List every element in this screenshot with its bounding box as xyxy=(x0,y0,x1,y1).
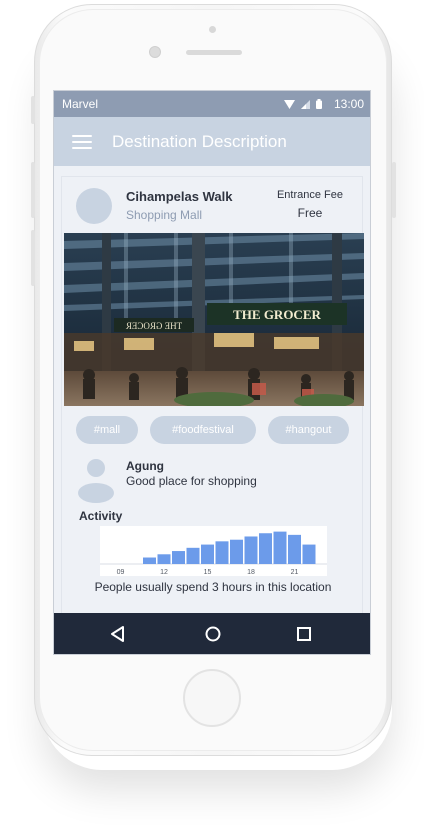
reviewer-name: Agung xyxy=(126,459,164,473)
tag-hangout[interactable]: #hangout xyxy=(268,416,349,444)
activity-chart: 09 12 15 18 21 xyxy=(100,526,327,576)
chart-bar xyxy=(186,547,200,564)
tag-list: #mall #foodfestival #hangout xyxy=(76,416,352,444)
chart-bar xyxy=(157,554,171,564)
chart-bar xyxy=(143,557,156,564)
destination-card: Cihampelas Walk Shopping Mall Entrance F… xyxy=(61,176,364,616)
wifi-icon xyxy=(283,99,295,109)
chart-tick-label: 15 xyxy=(204,569,212,576)
menu-icon[interactable] xyxy=(72,134,92,149)
tag-mall[interactable]: #mall xyxy=(76,416,138,444)
clock: 13:00 xyxy=(333,97,364,111)
review-text: Good place for shopping xyxy=(126,474,257,488)
activity-caption: People usually spend 3 hours in this loc… xyxy=(94,580,332,594)
activity-heading: Activity xyxy=(79,509,123,523)
tag-foodfestival[interactable]: #foodfestival xyxy=(150,416,256,444)
chart-bar xyxy=(288,534,301,564)
chart-bar xyxy=(201,544,214,564)
store-sign-right: THE GROCER xyxy=(233,307,321,322)
earpiece-speaker xyxy=(186,50,242,55)
chart-bar xyxy=(302,544,316,564)
entrance-fee-label: Entrance Fee xyxy=(276,189,344,201)
mute-switch xyxy=(31,96,35,124)
review-item: Agung Good place for shopping xyxy=(76,457,356,503)
place-category: Shopping Mall xyxy=(126,208,203,222)
home-icon[interactable] xyxy=(203,624,223,644)
power-button xyxy=(392,162,396,218)
battery-icon xyxy=(315,99,322,109)
app-screen: Marvel 13:00 Destination Description Cih… xyxy=(53,90,371,655)
chart-bar xyxy=(244,536,258,564)
user-avatar-icon xyxy=(78,459,114,503)
destination-header: Cihampelas Walk Shopping Mall Entrance F… xyxy=(62,177,362,235)
store-sign-left: THE GROCER xyxy=(126,321,182,331)
chart-tick-label: 21 xyxy=(291,569,299,576)
home-button[interactable] xyxy=(183,669,241,727)
volume-up-button xyxy=(31,162,35,218)
chart-bar xyxy=(273,531,287,564)
app-bar: Destination Description xyxy=(54,117,370,166)
chart-bar xyxy=(259,533,272,564)
signal-icon xyxy=(300,99,310,109)
chart-tick-label: 09 xyxy=(117,569,125,576)
volume-down-button xyxy=(31,230,35,286)
proximity-sensor xyxy=(209,26,216,33)
status-icons: 13:00 xyxy=(283,97,364,111)
place-avatar xyxy=(76,188,112,224)
activity-chart-svg: 09 12 15 18 21 xyxy=(100,531,327,576)
status-bar: Marvel 13:00 xyxy=(54,91,370,117)
chart-tick-label: 18 xyxy=(247,569,255,576)
entrance-fee-value: Free xyxy=(297,206,323,220)
front-camera xyxy=(149,46,161,58)
chart-bar xyxy=(215,541,229,564)
chart-bar xyxy=(230,539,243,564)
back-icon[interactable] xyxy=(108,624,128,644)
destination-photo: THE GROCER THE GROCER xyxy=(64,233,364,406)
chart-bar xyxy=(172,551,185,564)
place-name: Cihampelas Walk xyxy=(126,189,233,204)
carrier-label: Marvel xyxy=(62,97,99,111)
android-nav-bar xyxy=(54,613,370,654)
recents-icon[interactable] xyxy=(294,624,314,644)
chart-tick-label: 12 xyxy=(160,569,168,576)
phone-mockup: Marvel 13:00 Destination Description Cih… xyxy=(0,0,424,825)
page-title: Destination Description xyxy=(112,131,287,151)
